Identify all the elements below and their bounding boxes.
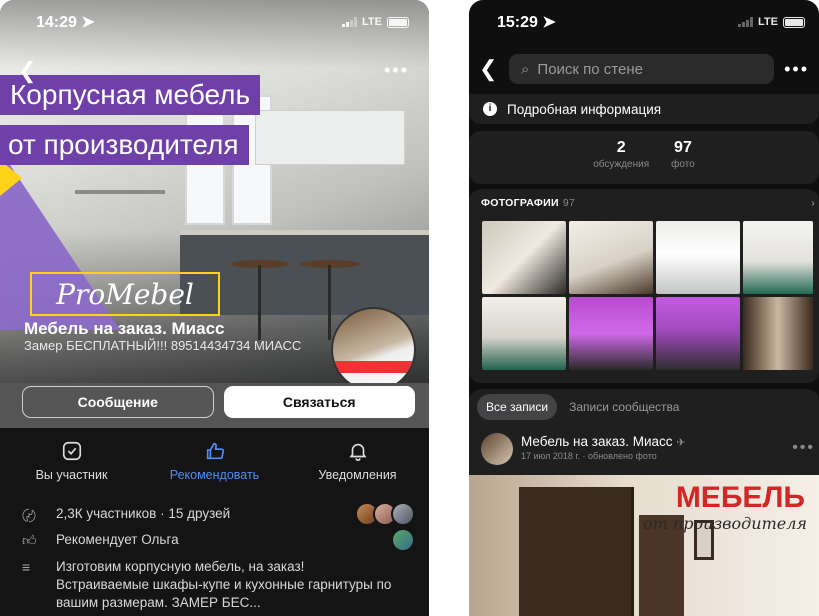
network-label: LTE — [758, 16, 778, 28]
post-date: 17 июл 2018 г. · обновлено фото — [521, 451, 657, 461]
post-image-subtitle: от производителя — [643, 514, 807, 533]
post-more-button[interactable]: ••• — [792, 439, 815, 457]
back-button[interactable]: ❮ — [479, 56, 499, 82]
photos-total: 97 — [562, 197, 576, 209]
photo-thumbnail[interactable] — [743, 297, 813, 370]
community-posts-chip[interactable]: Записи сообщества — [569, 400, 679, 414]
notifications-label: Уведомления — [318, 468, 397, 482]
discussions-label: обсуждения — [593, 159, 650, 170]
photos-counter[interactable]: 97 фото — [671, 139, 695, 184]
group-status: Замер БЕСПЛАТНЫЙ!!! 89514434734 МИАСС — [24, 338, 302, 353]
signal-icon — [738, 17, 754, 27]
battery-icon — [783, 16, 805, 28]
wall-toolbar: ❮ ⌕ Поиск по стене ••• — [469, 44, 819, 94]
recommend-tab[interactable]: Рекомендовать — [143, 428, 286, 494]
photo-thumbnail[interactable] — [656, 221, 740, 294]
info-icon: i — [483, 102, 497, 116]
all-posts-chip[interactable]: Все записи — [477, 394, 558, 420]
network-label: LTE — [362, 16, 382, 28]
discussions-count: 2 — [616, 139, 626, 156]
chevron-right-icon: › — [811, 197, 815, 209]
notifications-tab[interactable]: Уведомления — [286, 428, 429, 494]
battery-icon — [387, 16, 409, 28]
status-bar: 14:29 ➤ LTE — [0, 0, 429, 44]
signal-icon — [342, 17, 358, 27]
counters-card: 2 обсуждения 97 фото — [469, 131, 819, 184]
wall-screen: 15:29 ➤ LTE ❮ ⌕ Поиск по стене ••• i Под… — [469, 0, 819, 616]
cover-banner-line1: Корпусная мебель — [0, 75, 261, 115]
photos-label: фото — [671, 159, 695, 170]
recommend-label: Рекомендовать — [169, 468, 260, 482]
photo-thumbnail[interactable] — [743, 221, 813, 294]
thumbs-up-small-icon: 👍︎ — [22, 532, 37, 548]
description-text: Изготовим корпусную мебель, на заказ! Вс… — [56, 559, 392, 610]
bell-icon — [348, 443, 367, 461]
details-row[interactable]: i Подробная информация — [469, 94, 819, 124]
thumbs-up-icon — [206, 442, 224, 460]
friends-avatars[interactable] — [355, 502, 415, 526]
photos-section: ФОТОГРАФИИ 97 › — [469, 189, 819, 383]
check-square-icon — [62, 441, 81, 461]
photo-thumbnail[interactable] — [482, 221, 566, 294]
more-menu-button[interactable]: ••• — [384, 60, 409, 81]
photo-thumbnail[interactable] — [569, 297, 653, 370]
search-placeholder: Поиск по стене — [537, 60, 643, 78]
member-tab[interactable]: Вы участник — [0, 428, 143, 494]
more-menu-button[interactable]: ••• — [784, 59, 809, 80]
group-actions: Вы участник Рекомендовать Уведомления — [0, 428, 429, 494]
post-author: Мебель на заказ. Миасс — [521, 434, 673, 449]
photo-grid — [482, 221, 819, 370]
friend-avatar[interactable] — [393, 530, 413, 550]
wall-search-input[interactable]: ⌕ Поиск по стене — [509, 54, 775, 84]
photos-title: ФОТОГРАФИИ — [481, 197, 559, 209]
photo-thumbnail[interactable] — [569, 221, 653, 294]
photos-count: 97 — [674, 139, 692, 156]
recommend-text: Рекомендует Ольга — [56, 532, 179, 547]
search-icon: ⌕ — [521, 60, 530, 78]
photos-header[interactable]: ФОТОГРАФИИ 97 › — [469, 189, 819, 217]
photo-thumbnail[interactable] — [656, 297, 740, 370]
back-button[interactable]: ❮ — [18, 58, 36, 84]
cover-banner-line2: от производителя — [0, 125, 249, 165]
discussions-counter[interactable]: 2 обсуждения — [593, 139, 649, 184]
community-screen: Корпусная мебель от производителя ProMeb… — [0, 0, 429, 616]
description-row[interactable]: ≡ Изготовим корпусную мебель, на заказ! … — [0, 558, 429, 612]
member-label: Вы участник — [35, 468, 108, 482]
status-time: 15:29 ➤ — [497, 14, 556, 31]
rss-icon: 〄 — [22, 508, 36, 524]
group-avatar[interactable] — [331, 307, 416, 392]
group-name: Мебель на заказ. Миасс — [24, 319, 225, 338]
message-button[interactable]: Сообщение — [22, 386, 214, 418]
post-header[interactable]: Мебель на заказ. Миасс ✈ 17 июл 2018 г. … — [481, 433, 686, 465]
location-arrow-icon: ➤ — [81, 14, 95, 31]
photo-thumbnail[interactable] — [482, 297, 566, 370]
pin-icon: ✈ — [676, 437, 686, 449]
post-author-avatar[interactable] — [481, 433, 513, 465]
wall-post: Мебель на заказ. Миасс ✈ 17 июл 2018 г. … — [469, 425, 819, 616]
contact-button[interactable]: Связаться — [223, 386, 415, 418]
status-bar: 15:29 ➤ LTE — [469, 0, 819, 44]
text-lines-icon: ≡ — [22, 559, 31, 575]
wall-filter: Все записи Записи сообщества — [469, 389, 819, 425]
brand-logo: ProMebel — [30, 272, 220, 316]
status-time: 14:29 ➤ — [36, 14, 95, 31]
members-text: 2,3К участников · 15 друзей — [56, 506, 231, 521]
location-arrow-icon: ➤ — [542, 14, 556, 31]
action-bar: Сообщение Связаться — [0, 383, 429, 428]
details-label: Подробная информация — [507, 101, 662, 117]
post-image-title: МЕБЕЛЬ — [675, 481, 805, 514]
post-image[interactable]: МЕБЕЛЬ от производителя — [469, 475, 819, 616]
recommend-row[interactable]: 👍︎ Рекомендует Ольга — [0, 532, 429, 554]
